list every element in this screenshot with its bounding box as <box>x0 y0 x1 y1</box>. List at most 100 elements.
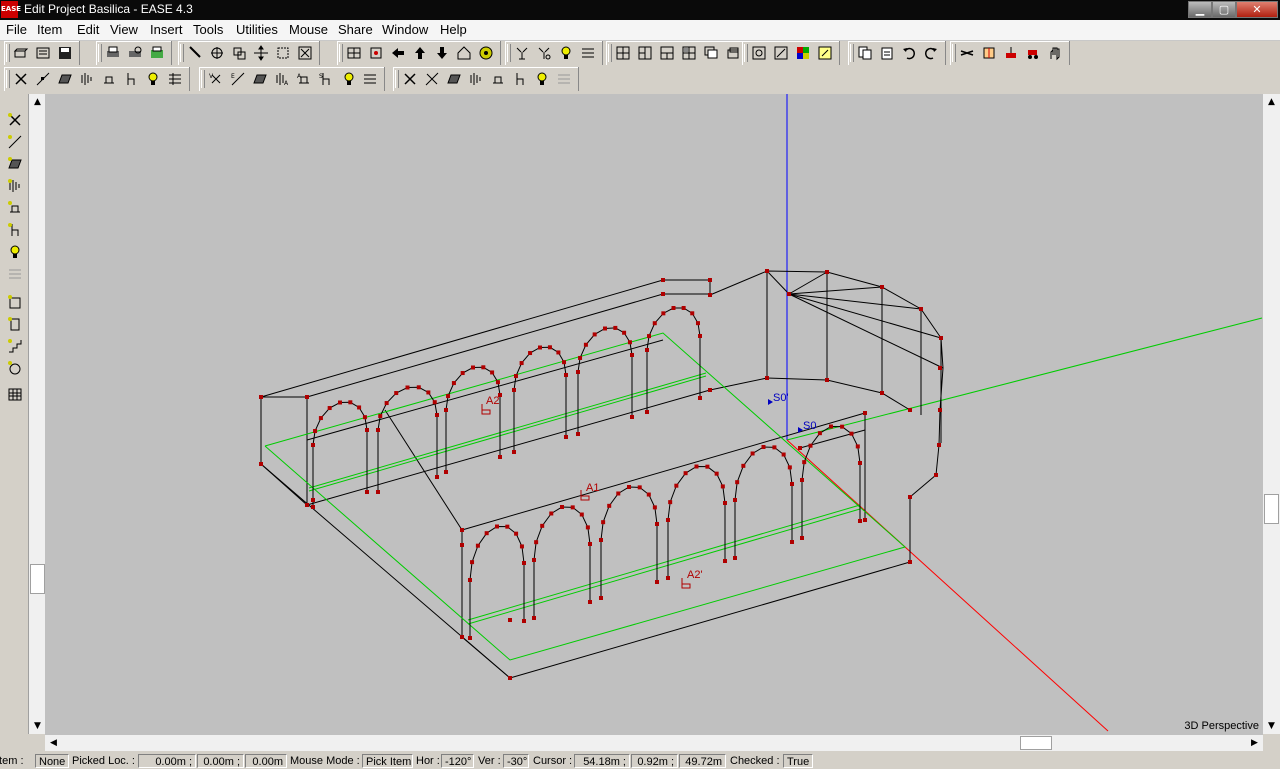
vertex-marker[interactable] <box>863 411 867 415</box>
vertex-marker[interactable] <box>512 388 516 392</box>
vertex-marker[interactable] <box>564 373 568 377</box>
vertex-marker[interactable] <box>761 445 766 449</box>
vertex-marker[interactable] <box>495 380 500 385</box>
vertex-marker[interactable] <box>508 618 512 622</box>
vertex-marker[interactable] <box>532 558 536 562</box>
delete-seat-icon[interactable] <box>487 68 509 90</box>
vertex-marker[interactable] <box>475 543 480 548</box>
vertex-marker[interactable] <box>394 391 399 396</box>
print-preview-icon[interactable] <box>124 42 146 64</box>
vertex-marker[interactable] <box>578 355 583 360</box>
vertex-marker[interactable] <box>547 345 552 350</box>
vertex-marker[interactable] <box>655 522 659 526</box>
v-box-icon[interactable] <box>4 292 26 312</box>
vertex-marker[interactable] <box>519 544 524 549</box>
vertex-marker[interactable] <box>698 334 702 338</box>
vertex-marker[interactable] <box>570 505 575 510</box>
menu-edit[interactable]: Edit <box>77 22 99 37</box>
arrow-left-icon[interactable] <box>387 42 409 64</box>
vertex-marker[interactable] <box>311 505 315 509</box>
delete-face-icon[interactable] <box>443 68 465 90</box>
minimize-button[interactable]: ▁ <box>1188 1 1212 18</box>
vertex-marker[interactable] <box>607 503 612 508</box>
vertex-marker[interactable] <box>695 321 700 326</box>
source-edit-icon[interactable]: S <box>315 68 337 90</box>
vertex-marker[interactable] <box>787 465 792 470</box>
menu-mouse[interactable]: Mouse <box>289 22 328 37</box>
left-scroll-thumb[interactable] <box>30 564 45 594</box>
horizontal-scrollbar[interactable]: ◀ ▶ <box>45 734 1263 751</box>
vertex-marker[interactable] <box>627 340 632 345</box>
vertex-marker[interactable] <box>938 408 942 412</box>
horizontal-scroll-thumb[interactable] <box>1020 736 1052 750</box>
vertex-marker[interactable] <box>723 559 727 563</box>
audience-area-label-a2[interactable]: A2 <box>486 395 499 407</box>
v-light-icon[interactable] <box>4 242 26 262</box>
vertex-marker[interactable] <box>698 396 702 400</box>
vertex-marker[interactable] <box>939 336 943 340</box>
vertex-marker[interactable] <box>365 490 369 494</box>
close-button[interactable]: ✕ <box>1236 1 1278 18</box>
maximize-button[interactable]: ▢ <box>1212 1 1236 18</box>
mirror-icon[interactable] <box>978 42 1000 64</box>
delete-item-icon[interactable] <box>399 68 421 90</box>
vertex-marker[interactable] <box>637 485 642 490</box>
vertex-marker[interactable] <box>348 400 353 405</box>
vertex-marker[interactable] <box>863 518 867 522</box>
vertex-marker[interactable] <box>919 307 923 311</box>
vertex-marker[interactable] <box>560 505 564 509</box>
vertex-marker[interactable] <box>937 443 941 447</box>
scroll-right-icon[interactable]: ▶ <box>1246 735 1263 751</box>
3d-viewport[interactable]: A2 A1 A2' S0' S0 3D Perspective <box>45 94 1263 734</box>
vertex-marker[interactable] <box>305 395 309 399</box>
vertex-marker[interactable] <box>495 524 499 529</box>
vertex-marker[interactable] <box>416 385 421 390</box>
menu-help[interactable]: Help <box>440 22 467 37</box>
menu-item[interactable]: Item <box>37 22 62 37</box>
vertex-marker[interactable] <box>781 452 786 457</box>
vertex-marker[interactable] <box>549 511 554 516</box>
vertex-marker[interactable] <box>646 492 651 497</box>
vertex-marker[interactable] <box>311 443 315 447</box>
vertex-marker[interactable] <box>446 394 451 399</box>
delete-edge-icon[interactable] <box>421 68 443 90</box>
pan-icon[interactable] <box>250 42 272 64</box>
edge-icon[interactable]: E <box>227 68 249 90</box>
vertex-marker[interactable] <box>599 538 603 542</box>
vertex-marker[interactable] <box>787 292 791 296</box>
vertex-marker[interactable] <box>647 334 652 339</box>
vertex-marker[interactable] <box>683 471 688 476</box>
delete-chair-icon[interactable] <box>509 68 531 90</box>
source-label-s0-prime[interactable]: S0' <box>773 392 789 404</box>
shade-icon[interactable] <box>770 42 792 64</box>
speakers-icon[interactable] <box>533 42 555 64</box>
vertex-marker[interactable] <box>513 374 518 379</box>
vertex-marker[interactable] <box>720 484 725 489</box>
vertex-marker[interactable] <box>512 450 516 454</box>
v-delete-icon[interactable] <box>4 110 26 130</box>
vertex-marker[interactable] <box>694 464 699 469</box>
vertex-marker[interactable] <box>588 542 592 546</box>
vertex-marker[interactable] <box>534 540 539 545</box>
vertex-marker[interactable] <box>825 270 829 274</box>
vertex-marker[interactable] <box>376 428 380 432</box>
vertex-marker[interactable] <box>508 676 512 680</box>
vertex-marker[interactable] <box>318 416 323 421</box>
vertex-marker[interactable] <box>384 401 389 406</box>
vertex-marker[interactable] <box>327 406 332 411</box>
vertex-marker[interactable] <box>313 429 318 434</box>
vertex-marker[interactable] <box>405 385 410 390</box>
sphere-icon[interactable] <box>475 42 497 64</box>
vertex-marker[interactable] <box>435 475 439 479</box>
v-dome-icon[interactable] <box>4 358 26 378</box>
vertex-marker[interactable] <box>538 345 542 350</box>
face-icon[interactable] <box>249 68 271 90</box>
vertex-marker[interactable] <box>490 370 495 375</box>
insert-seat-icon[interactable] <box>98 68 120 90</box>
v-vertex-icon[interactable] <box>4 132 26 152</box>
undo-icon[interactable] <box>898 42 920 64</box>
vertex-marker[interactable] <box>471 365 475 370</box>
right-scroll-thumb[interactable] <box>1264 494 1279 524</box>
copy-icon[interactable] <box>854 42 876 64</box>
vertex-marker[interactable] <box>585 525 590 530</box>
